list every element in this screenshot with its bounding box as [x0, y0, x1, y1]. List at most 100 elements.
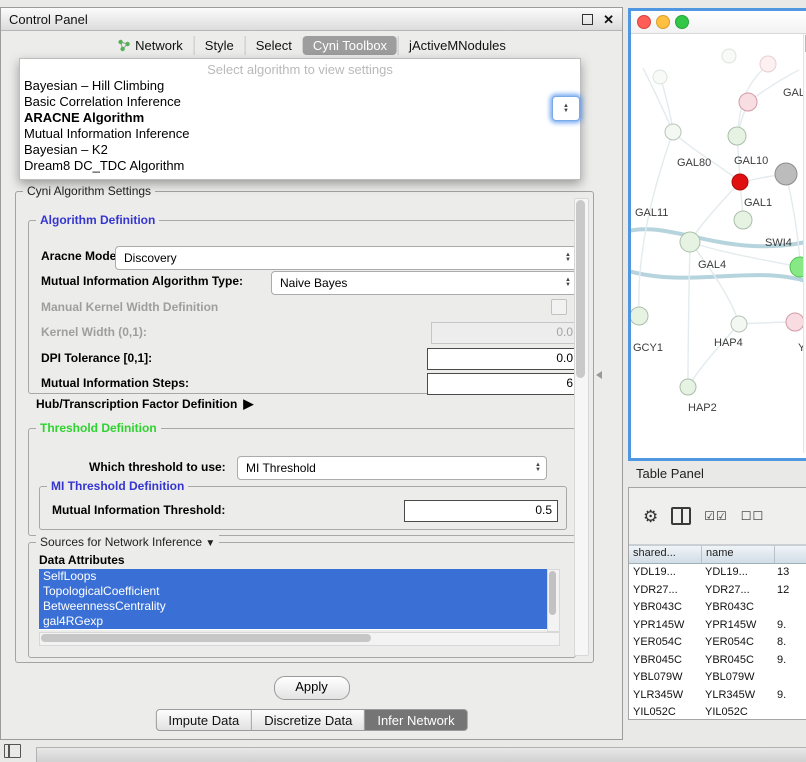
cell-extra [773, 599, 806, 617]
table-body: YDL19... YDL19... 13 YDR27... YDR27... 1… [629, 564, 806, 719]
tab-infer-network[interactable]: Infer Network [365, 709, 467, 731]
hub-definition-expander[interactable]: Hub/Transcription Factor Definition ▶ [36, 396, 253, 412]
cell-name: YPR145W [701, 617, 773, 635]
mi-steps-label: Mutual Information Steps: [41, 376, 189, 390]
algorithm-combo-button[interactable]: ▲▼ [552, 96, 580, 121]
table-row[interactable]: YLR345W YLR345W 9. [629, 687, 806, 705]
table-row[interactable]: YPR145W YPR145W 9. [629, 617, 806, 635]
tab-select[interactable]: Select [245, 36, 302, 55]
network-node[interactable] [728, 127, 746, 145]
tab-label: Network [135, 38, 183, 53]
cell-extra: 9. [773, 652, 806, 670]
mi-algorithm-type-combo[interactable]: Naive Bayes ▲▼ [271, 271, 577, 295]
algorithm-option[interactable]: Bayesian – K2 [20, 142, 580, 158]
algorithm-option[interactable]: ARACNE Algorithm [20, 110, 580, 126]
tab-discretize-data[interactable]: Discretize Data [252, 709, 365, 731]
tab-impute-data[interactable]: Impute Data [155, 709, 252, 731]
table-row[interactable]: YBR043C YBR043C [629, 599, 806, 617]
table-row[interactable]: YER054C YER054C 8. [629, 634, 806, 652]
float-window-icon[interactable] [582, 14, 593, 25]
network-node[interactable] [739, 93, 757, 111]
table-row[interactable]: YBR045C YBR045C 9. [629, 652, 806, 670]
scrollbar-thumb[interactable] [549, 571, 556, 615]
mi-algorithm-type-value: Naive Bayes [280, 276, 347, 290]
algorithm-options-list: Bayesian – Hill ClimbingBasic Correlatio… [20, 78, 580, 174]
cell-name: YBR043C [701, 599, 773, 617]
algorithm-option[interactable]: Mutual Information Inference [20, 126, 580, 142]
network-node[interactable] [653, 70, 667, 84]
list-horizontal-scrollbar[interactable] [39, 632, 560, 646]
column-header-extra[interactable] [775, 546, 806, 563]
application-root: Control Panel ✕ Network Style [0, 0, 806, 762]
table-row[interactable]: YDL19... YDL19... 13 [629, 564, 806, 582]
network-node[interactable] [734, 211, 752, 229]
network-edges [631, 64, 806, 384]
network-node[interactable] [786, 313, 804, 331]
algorithm-option[interactable]: Bayesian – Hill Climbing [20, 78, 580, 94]
apply-button[interactable]: Apply [274, 676, 350, 700]
cell-shared-name: YPR145W [629, 617, 701, 635]
manual-kernel-width-checkbox[interactable] [551, 299, 567, 315]
network-node[interactable] [680, 379, 696, 395]
network-node[interactable] [680, 232, 700, 252]
cell-extra: 13 [773, 564, 806, 582]
mi-steps-field[interactable]: 6 [427, 373, 579, 395]
cell-extra [773, 704, 806, 719]
table-row[interactable]: YDR27... YDR27... 12 [629, 582, 806, 600]
data-attribute-item[interactable]: BetweennessCentrality [39, 599, 547, 614]
tab-label: Select [256, 38, 292, 53]
column-header-name[interactable]: name [702, 546, 775, 563]
tab-jactivemnodules[interactable]: jActiveMNodules [398, 36, 516, 55]
tab-style[interactable]: Style [194, 36, 244, 55]
close-traffic-light-icon[interactable] [637, 15, 651, 29]
table-row[interactable]: YBL079W YBL079W [629, 669, 806, 687]
mi-threshold-field[interactable]: 0.5 [404, 500, 558, 522]
data-attribute-item[interactable]: gal4RGexp [39, 614, 547, 629]
aracne-mode-combo[interactable]: Discovery ▲▼ [115, 246, 577, 270]
kernel-width-field[interactable]: 0.0 [431, 322, 579, 344]
settings-scrollbar[interactable] [574, 198, 589, 656]
mi-threshold-title: MI Threshold Definition [47, 479, 188, 493]
tab-cyni-toolbox[interactable]: Cyni Toolbox [303, 36, 397, 55]
network-node-gray[interactable] [775, 163, 797, 185]
zoom-traffic-light-icon[interactable] [675, 15, 689, 29]
which-threshold-combo[interactable]: MI Threshold ▲▼ [237, 456, 547, 480]
network-window-titlebar[interactable] [631, 11, 806, 34]
split-columns-icon[interactable] [671, 507, 691, 525]
cell-name: YER054C [701, 634, 773, 652]
dock-panel-icon[interactable] [4, 744, 21, 758]
checked-boxes-icon[interactable]: ☑☑ [704, 510, 728, 522]
network-graph-icon [117, 39, 130, 52]
dpi-tolerance-field[interactable]: 0.0 [427, 348, 579, 370]
network-node[interactable] [631, 307, 648, 325]
network-node[interactable] [731, 316, 747, 332]
tab-label: Style [205, 38, 234, 53]
data-attribute-item[interactable]: SelfLoops [39, 569, 547, 584]
panel-divider-handle[interactable] [596, 371, 602, 379]
network-node[interactable] [722, 49, 736, 63]
scrollbar-thumb[interactable] [41, 634, 371, 642]
aracne-mode-value: Discovery [124, 251, 177, 265]
table-panel: ⚙ ☑☑ ☐☐ shared... name YDL19... YDL19...… [628, 487, 806, 720]
minimize-traffic-light-icon[interactable] [656, 15, 670, 29]
table-row[interactable]: YIL052C YIL052C [629, 704, 806, 719]
sources-group-title[interactable]: Sources for Network Inference ▼ [36, 535, 219, 549]
tab-network[interactable]: Network [107, 36, 193, 55]
column-header-shared-name[interactable]: shared... [629, 546, 702, 563]
network-node-selected-red[interactable] [732, 174, 748, 190]
gear-icon[interactable]: ⚙ [643, 508, 658, 525]
node-label: SWI4 [765, 237, 792, 249]
network-canvas[interactable]: GAL80 GAL10 GAL11 GAL1 SWI4 GAL4 GCY1 HA… [631, 34, 806, 453]
list-vertical-scrollbar[interactable] [547, 569, 560, 632]
scrollbar-thumb[interactable] [576, 200, 585, 378]
data-attribute-item[interactable]: TopologicalCoefficient [39, 584, 547, 599]
network-node[interactable] [665, 124, 681, 140]
tab-label: Cyni Toolbox [313, 38, 387, 53]
close-panel-icon[interactable]: ✕ [603, 13, 614, 26]
algorithm-option[interactable]: Basic Correlation Inference [20, 94, 580, 110]
cell-shared-name: YLR345W [629, 687, 701, 705]
algorithm-option[interactable]: Dream8 DC_TDC Algorithm [20, 158, 580, 174]
which-threshold-value: MI Threshold [246, 461, 316, 475]
network-node[interactable] [760, 56, 776, 72]
unchecked-boxes-icon[interactable]: ☐☐ [741, 510, 765, 522]
